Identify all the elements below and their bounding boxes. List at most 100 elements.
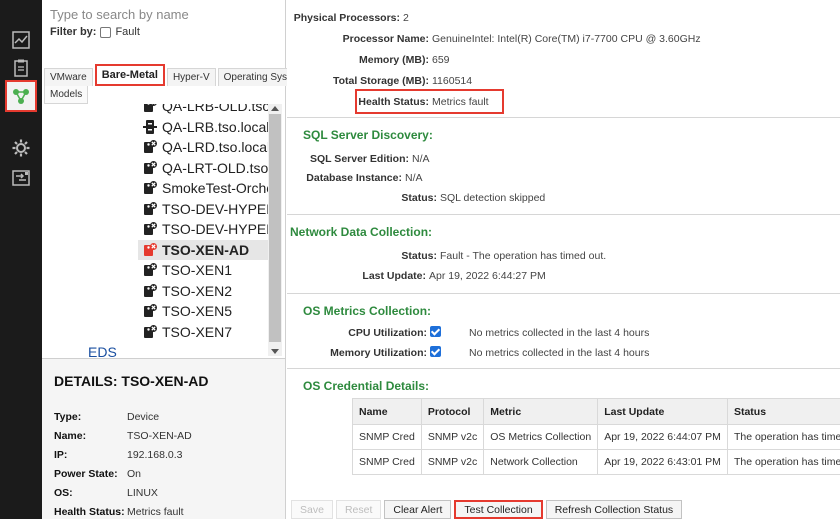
table-cell: Network Collection bbox=[483, 449, 599, 475]
os-metrics-title: OS Metrics Collection: bbox=[303, 304, 432, 318]
tree-scrollbar[interactable] bbox=[268, 104, 282, 356]
action-button-bar: Save Reset Clear Alert Test Collection R… bbox=[287, 500, 840, 519]
field-value: GenuineIntel: Intel(R) Core(TM) i7-7700 … bbox=[432, 33, 701, 45]
device-tree: QA-LRB-OLD.tso.lo QA-LRB.tso.local QA-LRD.… bbox=[42, 104, 268, 356]
field-label: Processor Name: bbox=[342, 33, 429, 45]
divider bbox=[287, 368, 840, 369]
field-label: SQL Server Edition: bbox=[310, 153, 409, 165]
tab-models[interactable]: Models bbox=[44, 86, 89, 104]
tree-item[interactable]: TSO-XEN2 bbox=[142, 281, 232, 301]
transfer-icon[interactable] bbox=[9, 166, 33, 190]
detail-key: OS: bbox=[54, 487, 73, 499]
column-header-metric[interactable]: Metric bbox=[483, 398, 599, 425]
field-value: Apr 19, 2022 6:44:27 PM bbox=[429, 270, 546, 282]
table-cell: OS Metrics Collection bbox=[483, 424, 599, 450]
detail-row-os: OS: LINUX bbox=[54, 487, 158, 499]
memory-utilization-row: Memory Utilization: bbox=[287, 346, 441, 359]
field-label: Total Storage (MB): bbox=[332, 75, 429, 87]
tree-item[interactable]: TSO-XEN7 bbox=[142, 322, 232, 342]
tree-item-label: QA-LRD.tso.local bbox=[162, 139, 268, 155]
detail-value: TSO-XEN-AD bbox=[127, 430, 192, 442]
memory-utilization-checkbox[interactable] bbox=[430, 346, 441, 357]
icon-rail bbox=[0, 0, 42, 519]
total-storage-row: Total Storage (MB): 1160514 bbox=[287, 75, 472, 87]
table-cell: SNMP v2c bbox=[420, 424, 485, 450]
network-icon[interactable] bbox=[5, 80, 37, 112]
tree-item[interactable]: QA-LRB-OLD.tso.lo bbox=[142, 104, 268, 116]
reset-button[interactable]: Reset bbox=[335, 500, 382, 519]
detail-value: Device bbox=[127, 411, 160, 423]
column-header-protocol[interactable]: Protocol bbox=[420, 398, 485, 425]
tree-item-label: TSO-XEN2 bbox=[162, 282, 233, 299]
os-credential-title: OS Credential Details: bbox=[303, 379, 430, 393]
test-collection-button[interactable]: Test Collection bbox=[454, 500, 543, 519]
tree-item[interactable]: TSO-DEV-HYPERV bbox=[142, 199, 268, 219]
table-cell: Apr 19, 2022 6:43:01 PM bbox=[597, 449, 728, 475]
fault-server-icon bbox=[142, 221, 158, 237]
tree-item[interactable]: QA-LRT-OLD.tso.lc bbox=[142, 158, 268, 178]
network-last-update-row: Last Update: Apr 19, 2022 6:44:27 PM bbox=[287, 270, 546, 282]
tree-item[interactable]: QA-LRB.tso.local bbox=[142, 117, 268, 137]
divider bbox=[287, 214, 840, 215]
clear-alert-button[interactable]: Clear Alert bbox=[384, 500, 452, 519]
tree-item[interactable]: TSO-XEN-AD bbox=[138, 239, 268, 260]
search-input[interactable] bbox=[50, 4, 280, 24]
scrollbar-thumb[interactable] bbox=[269, 114, 281, 342]
memory-utilization-note: No metrics collected in the last 4 hours bbox=[469, 347, 650, 359]
fault-server-icon bbox=[142, 180, 158, 196]
fault-filter-checkbox[interactable] bbox=[100, 26, 112, 38]
fault-server-icon bbox=[142, 139, 158, 155]
detail-key: IP: bbox=[54, 449, 68, 461]
cpu-utilization-row: CPU Utilization: bbox=[287, 326, 441, 339]
table-row[interactable]: SNMP Cred SNMP v2c OS Metrics Collection… bbox=[352, 424, 840, 450]
field-value: N/A bbox=[412, 153, 430, 165]
tree-item[interactable]: TSO-DEV-HYPERV bbox=[142, 219, 268, 239]
table-cell: SNMP Cred bbox=[352, 424, 422, 450]
tree-item[interactable]: TSO-XEN1 bbox=[142, 260, 232, 280]
save-button[interactable]: Save bbox=[291, 500, 333, 519]
chart-icon[interactable] bbox=[9, 28, 33, 52]
detail-row-type: Type: Device bbox=[54, 411, 159, 423]
tab-vmware[interactable]: VMware bbox=[44, 68, 93, 86]
fault-server-icon bbox=[142, 303, 158, 319]
tree-item-label: TSO-XEN7 bbox=[162, 323, 233, 340]
tree-item[interactable]: TSO-XEN5 bbox=[142, 301, 232, 321]
column-header-name[interactable]: Name bbox=[352, 398, 422, 425]
fault-server-icon bbox=[142, 201, 158, 217]
memory-row: Memory (MB): 659 bbox=[287, 54, 450, 66]
sql-discovery-title: SQL Server Discovery: bbox=[303, 128, 433, 142]
table-cell: SNMP Cred bbox=[352, 449, 422, 475]
refresh-collection-status-button[interactable]: Refresh Collection Status bbox=[545, 500, 683, 519]
tree-item-label: TSO-XEN5 bbox=[162, 303, 233, 319]
fault-server-icon bbox=[142, 324, 158, 340]
scroll-up-arrow-icon[interactable] bbox=[271, 106, 279, 111]
health-status-highlight bbox=[355, 89, 504, 114]
table-row[interactable]: SNMP Cred SNMP v2c Network Collection Ap… bbox=[352, 449, 840, 475]
detail-key: Health Status: bbox=[54, 506, 125, 518]
tree-item[interactable]: SmokeTest-Orches bbox=[142, 178, 268, 198]
gear-icon[interactable] bbox=[9, 136, 33, 160]
scroll-down-arrow-icon[interactable] bbox=[271, 349, 279, 354]
tree-item[interactable]: QA-LRD.tso.local bbox=[142, 137, 268, 157]
detail-key: Name: bbox=[54, 430, 87, 442]
detail-row-ip: IP: 192.168.0.3 bbox=[54, 449, 182, 461]
detail-value: LINUX bbox=[127, 487, 158, 499]
details-panel: DETAILS: TSO-XEN-AD Type: Device Name: TSO… bbox=[42, 358, 286, 519]
table-cell: SNMP v2c bbox=[420, 449, 485, 475]
field-label: CPU Utilization: bbox=[348, 327, 427, 339]
column-header-last-update[interactable]: Last Update bbox=[597, 398, 728, 425]
processor-name-row: Processor Name: GenuineIntel: Intel(R) Co… bbox=[287, 33, 701, 45]
tree-item-label: TSO-DEV-HYPERV bbox=[162, 221, 268, 237]
column-header-status[interactable]: Status bbox=[726, 398, 840, 425]
tab-hyper-v[interactable]: Hyper-V bbox=[166, 68, 216, 86]
divider bbox=[287, 293, 840, 294]
navigation-panel: Filter by: Fault VMware Bare-Metal Hyper… bbox=[42, 0, 315, 360]
tree-item-label: QA-LRB.tso.local bbox=[162, 118, 268, 135]
tab-bare-metal[interactable]: Bare-Metal bbox=[94, 64, 165, 86]
database-instance-row: Database Instance: N/A bbox=[287, 172, 422, 184]
detail-key: Power State: bbox=[54, 468, 118, 480]
clipboard-icon[interactable] bbox=[9, 56, 33, 80]
cpu-utilization-checkbox[interactable] bbox=[430, 326, 441, 337]
tree-item-label: TSO-DEV-HYPERV bbox=[162, 200, 268, 217]
sql-status-row: Status: SQL detection skipped bbox=[287, 192, 545, 204]
